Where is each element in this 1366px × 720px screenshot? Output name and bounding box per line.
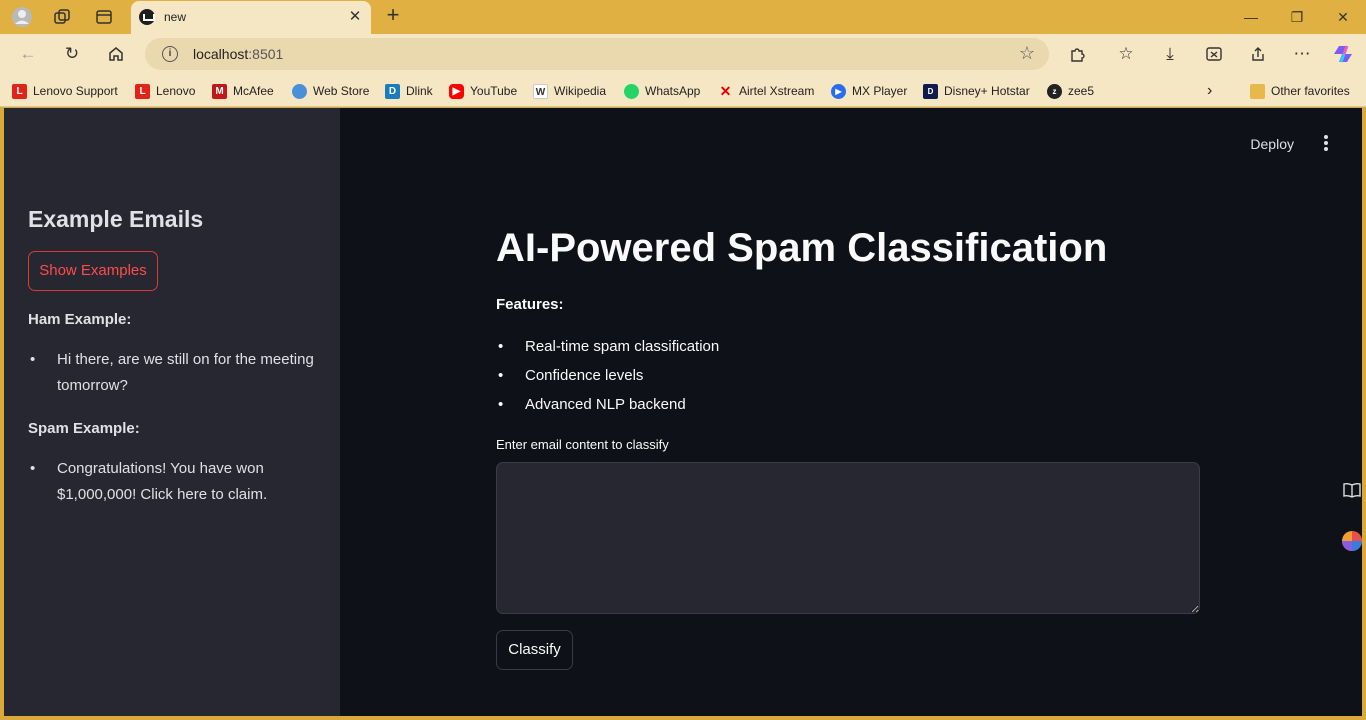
bookmark-web-store[interactable]: Web Store <box>292 82 369 100</box>
feature-item: Advanced NLP backend <box>496 396 686 413</box>
tab-close-icon[interactable]: ✕ <box>345 7 365 27</box>
sidebar: Example Emails Show Examples Ham Example… <box>4 108 340 716</box>
tab-strip: new ✕ + — ❐ ✕ <box>0 0 1366 34</box>
minimize-button[interactable]: — <box>1236 5 1266 29</box>
ham-example-text: Hi there, are we still on for the meetin… <box>28 347 328 399</box>
main-menu-icon[interactable] <box>1320 134 1332 152</box>
color-wheel-icon[interactable] <box>1340 530 1364 554</box>
bookmark-zee5[interactable]: z zee5 <box>1047 82 1094 100</box>
address-bar[interactable]: i localhost:8501 ☆ <box>145 38 1049 70</box>
dlink-icon: D <box>385 83 400 99</box>
whatsapp-icon <box>624 83 639 99</box>
feature-item: Confidence levels <box>496 367 643 384</box>
youtube-icon: ▶ <box>449 83 464 99</box>
active-tab[interactable]: new ✕ <box>131 1 371 34</box>
zee5-icon: z <box>1047 83 1062 99</box>
refresh-button[interactable]: ↻ <box>60 42 84 66</box>
downloads-icon[interactable]: ⤓ <box>1158 42 1182 66</box>
show-examples-button[interactable]: Show Examples <box>28 251 158 291</box>
streamlit-favicon-icon <box>139 9 155 25</box>
more-menu-icon[interactable]: ⋯ <box>1290 42 1314 66</box>
bookmark-wikipedia[interactable]: W Wikipedia <box>533 82 606 100</box>
bookmark-lenovo-support[interactable]: L Lenovo Support <box>12 82 118 100</box>
back-button[interactable]: ← <box>16 42 40 66</box>
favorite-star-icon[interactable]: ☆ <box>1019 43 1035 64</box>
wikipedia-icon: W <box>533 83 548 99</box>
email-content-textarea[interactable] <box>496 462 1200 614</box>
hotstar-icon: D <box>923 83 938 99</box>
spam-example-text: Congratulations! You have won $1,000,000… <box>28 456 328 508</box>
workspaces-icon[interactable] <box>50 5 74 29</box>
bookmark-whatsapp[interactable]: WhatsApp <box>624 82 700 100</box>
favorites-icon[interactable]: ☆ <box>1114 42 1138 66</box>
deploy-button[interactable]: Deploy <box>1250 136 1294 152</box>
copilot-icon[interactable] <box>1332 42 1356 66</box>
tab-title: new <box>164 10 187 24</box>
bookmarks-bar: L Lenovo Support L Lenovo M McAfee Web Stor… <box>0 74 1366 107</box>
email-input-label: Enter email content to classify <box>496 437 669 452</box>
profile-icon[interactable] <box>10 5 34 29</box>
bookmark-lenovo[interactable]: L Lenovo <box>135 82 195 100</box>
other-favorites-folder[interactable]: Other favorites <box>1250 82 1350 100</box>
share-icon[interactable] <box>1246 42 1270 66</box>
vertical-tabs-icon[interactable] <box>92 5 116 29</box>
feature-item: Real-time spam classification <box>496 338 719 355</box>
page-title: AI-Powered Spam Classification <box>496 226 1108 270</box>
bookmark-mx-player[interactable]: ▶ MX Player <box>831 82 907 100</box>
bookmark-airtel-xstream[interactable]: ✕ Airtel Xstream <box>718 82 815 100</box>
main-content: Deploy AI-Powered Spam Classification Fe… <box>340 108 1362 716</box>
close-window-button[interactable]: ✕ <box>1328 5 1358 29</box>
site-info-icon[interactable]: i <box>162 46 178 62</box>
bookmarks-overflow-chevron-icon[interactable]: › <box>1207 82 1212 100</box>
bookmark-disney-hotstar[interactable]: D Disney+ Hotstar <box>923 82 1030 100</box>
home-button[interactable] <box>104 42 128 66</box>
address-text: localhost:8501 <box>193 46 284 62</box>
lenovo-icon: L <box>135 83 150 99</box>
mcafee-icon: M <box>212 83 227 99</box>
restore-button[interactable]: ❐ <box>1282 5 1312 29</box>
bookmark-mcafee[interactable]: M McAfee <box>212 82 274 100</box>
lenovo-icon: L <box>12 83 27 99</box>
folder-icon <box>1250 83 1265 99</box>
sidebar-title: Example Emails <box>28 206 204 232</box>
webstore-icon <box>292 83 307 99</box>
bookmark-youtube[interactable]: ▶ YouTube <box>449 82 517 100</box>
browser-side-panel <box>1338 108 1366 720</box>
bookmark-dlink[interactable]: D Dlink <box>385 82 433 100</box>
spam-example-label: Spam Example: <box>28 420 140 437</box>
ham-example-label: Ham Example: <box>28 311 132 328</box>
browser-toolbar: ← ↻ i localhost:8501 ☆ ☆ ⤓ ⋯ <box>0 34 1366 74</box>
classify-button[interactable]: Classify <box>496 630 573 670</box>
streamlit-app: Example Emails Show Examples Ham Example… <box>4 108 1362 716</box>
features-label: Features: <box>496 296 564 313</box>
extensions-icon[interactable] <box>1065 42 1089 66</box>
new-tab-button[interactable]: + <box>381 4 405 28</box>
reading-view-icon[interactable] <box>1340 482 1364 506</box>
screenshot-icon[interactable] <box>1202 42 1226 66</box>
mxplayer-icon: ▶ <box>831 83 846 99</box>
airtel-icon: ✕ <box>719 82 732 99</box>
